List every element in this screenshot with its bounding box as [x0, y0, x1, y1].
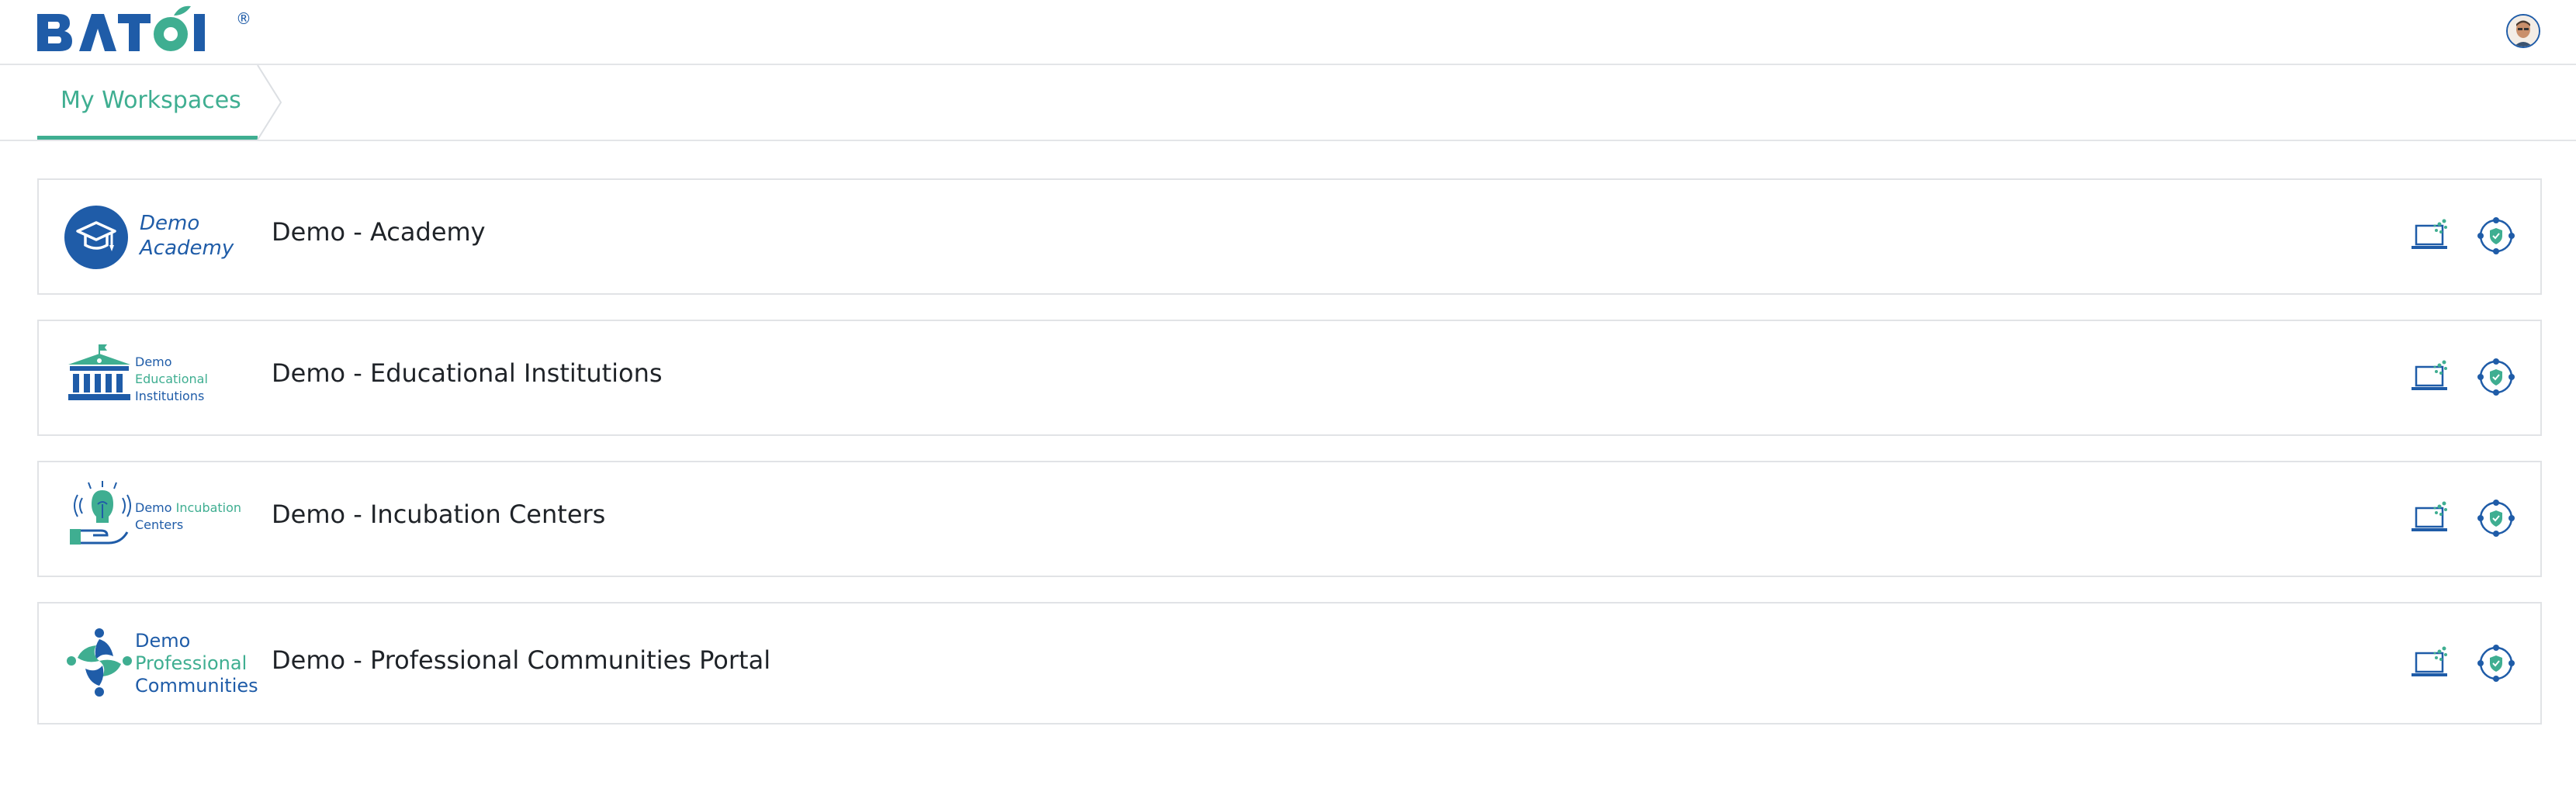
workspace-card-incubation-centers[interactable]: Demo Incubation Centers Demo - Incubatio… — [37, 461, 2542, 577]
workspace-title[interactable]: Demo - Academy — [272, 217, 486, 247]
workspace-card-professional-communities[interactable]: Demo Professional Communities Demo - Pro… — [37, 602, 2542, 724]
workspace-logo-text: Demo Academy — [140, 211, 234, 261]
workspace-logo-text: Demo Incubation Centers — [135, 500, 241, 534]
breadcrumb-my-workspaces[interactable]: My Workspaces — [37, 65, 258, 140]
workspace-title[interactable]: Demo - Educational Institutions — [272, 358, 663, 388]
logo-line: Demo — [135, 500, 172, 515]
logo-line: Professional — [135, 652, 248, 674]
logo-line: Demo — [140, 212, 200, 235]
logo-line: Communities — [135, 675, 258, 697]
workspace-logo-text: Demo Professional Communities — [135, 630, 258, 697]
user-avatar[interactable] — [2506, 14, 2540, 48]
logo-line: Centers — [135, 517, 184, 532]
secure-network-icon[interactable] — [2474, 213, 2519, 258]
logo-line: Incubation — [175, 500, 242, 515]
workspace-title[interactable]: Demo - Professional Communities Portal — [272, 645, 770, 675]
secure-network-icon[interactable] — [2474, 354, 2519, 399]
workspace-logo-text: Demo Educational Institutions — [135, 354, 208, 405]
secure-network-icon[interactable] — [2474, 641, 2519, 686]
top-header: ® — [0, 0, 2576, 65]
laptop-launch-icon[interactable] — [2412, 497, 2457, 542]
workspace-card-academy[interactable]: Demo Academy Demo - Academy — [37, 178, 2542, 295]
laptop-launch-icon[interactable] — [2412, 642, 2457, 687]
batoi-logo-mark — [37, 5, 205, 51]
logo-line: Demo — [135, 354, 172, 369]
breadcrumb: My Workspaces — [0, 65, 2576, 141]
user-avatar-icon — [2508, 16, 2539, 47]
logo-line: Educational — [135, 372, 208, 386]
logo-line: Institutions — [135, 389, 205, 403]
registered-mark: ® — [236, 9, 251, 28]
workspace-card-educational-institutions[interactable]: Demo Educational Institutions Demo - Edu… — [37, 320, 2542, 436]
secure-network-icon[interactable] — [2474, 496, 2519, 541]
laptop-launch-icon[interactable] — [2412, 215, 2457, 260]
laptop-launch-icon[interactable] — [2412, 356, 2457, 401]
logo-line: Demo — [135, 630, 191, 652]
breadcrumb-active-indicator — [37, 136, 258, 140]
breadcrumb-chevron-icon — [257, 65, 282, 140]
batoi-logo[interactable]: ® — [36, 3, 253, 56]
breadcrumb-label: My Workspaces — [61, 87, 241, 114]
workspace-title[interactable]: Demo - Incubation Centers — [272, 500, 605, 529]
logo-line: Academy — [140, 237, 234, 260]
